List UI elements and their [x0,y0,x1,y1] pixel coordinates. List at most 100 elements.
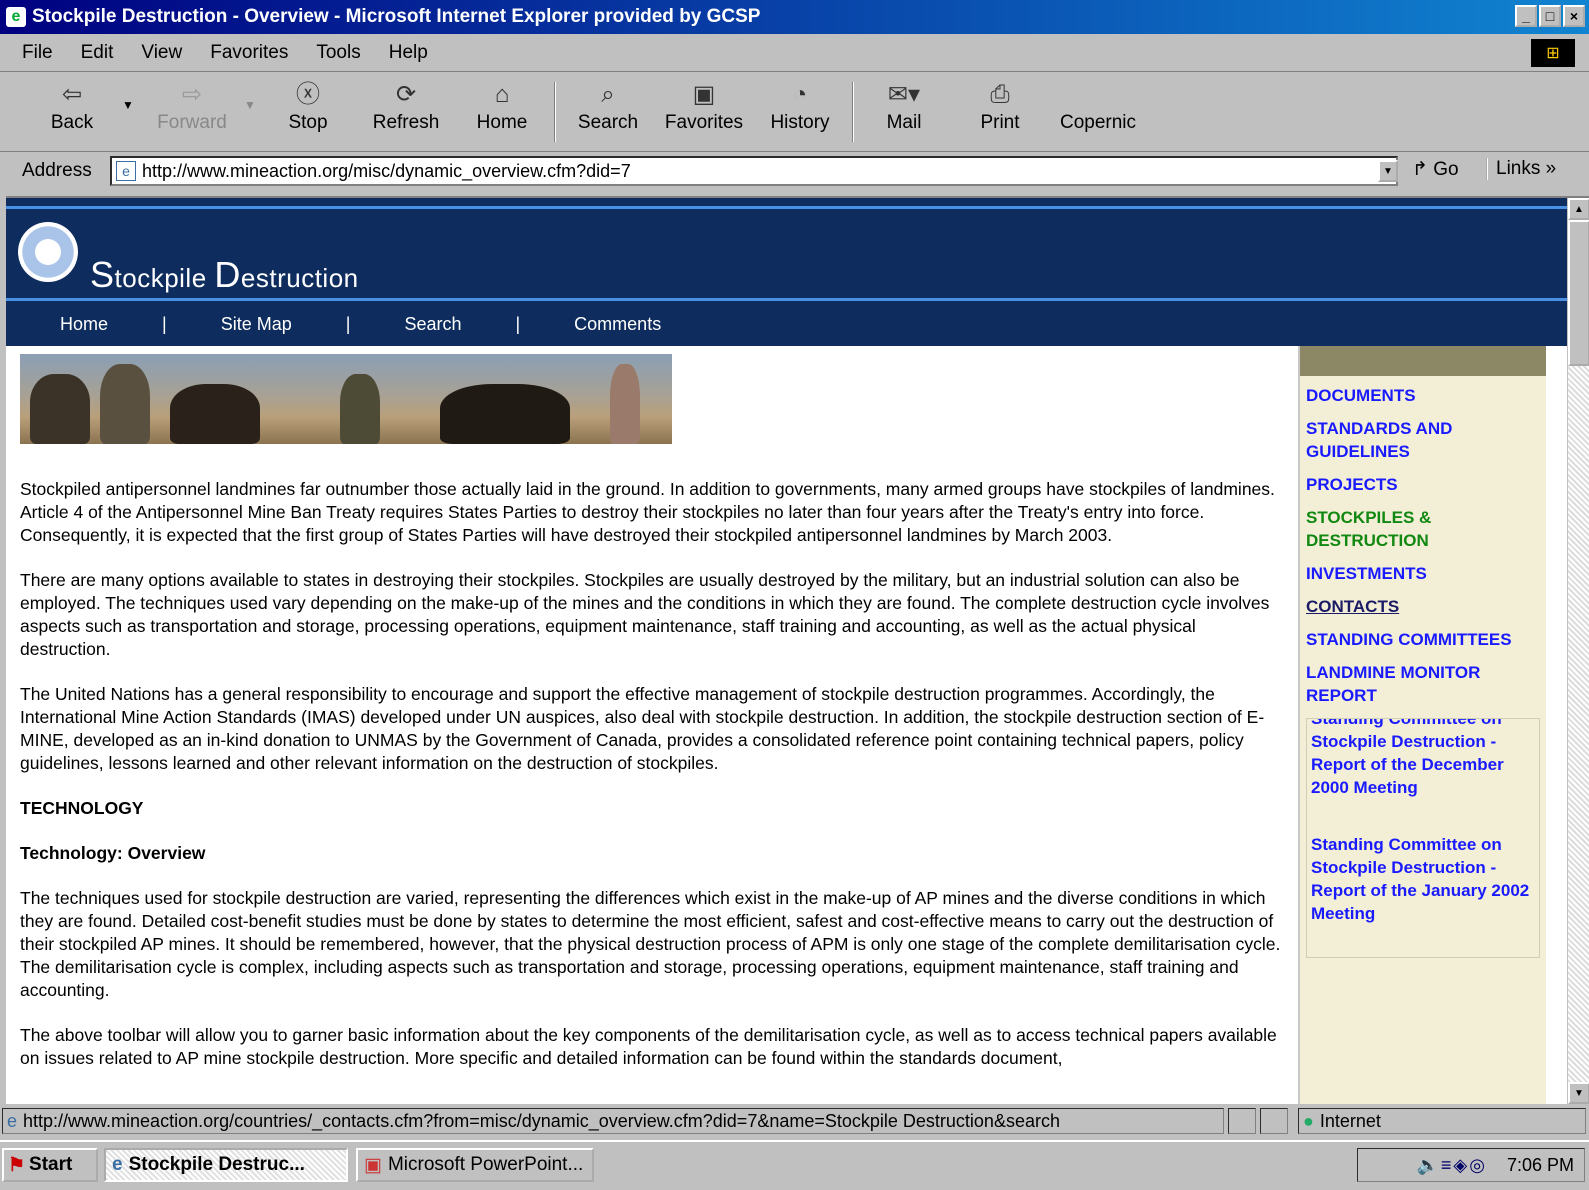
banner-figure [610,364,640,444]
taskbar-item-powerpoint[interactable]: ▣ Microsoft PowerPoint... [356,1148,594,1182]
site-title-cap-s: S [90,254,115,295]
links-label: Links [1496,158,1541,179]
sidebar-link-contacts[interactable]: CONTACTS [1306,595,1546,618]
sidebar-link-standing-committees[interactable]: STANDING COMMITTEES [1306,628,1546,651]
status-zone: Internet [1319,1110,1381,1131]
news-link-dec-2000[interactable]: Standing Committee on Stockpile Destruct… [1311,719,1535,799]
news-link-jan-2002[interactable]: Standing Committee on Stockpile Destruct… [1311,833,1535,925]
back-dropdown-icon[interactable]: ▼ [122,98,134,112]
nav-separator: | [162,313,167,334]
taskbar-item-label: Stockpile Destruc... [128,1154,305,1175]
mail-label: Mail [886,112,922,133]
mail-button[interactable]: ✉▾ Mail [872,78,936,134]
sidebar-link-landmine-monitor[interactable]: LANDMINE MONITOR REPORT [1306,661,1546,707]
status-bar: e http://www.mineaction.org/countries/_c… [0,1104,1589,1136]
go-label: Go [1433,159,1459,180]
banner-figure [340,374,380,444]
nav-search[interactable]: Search [404,314,461,335]
menu-file[interactable]: File [22,42,53,64]
favorites-button[interactable]: ▣ Favorites [658,78,750,134]
scroll-thumb[interactable] [1568,220,1589,366]
header-stripe [6,298,1567,301]
minimize-button[interactable]: _ [1515,5,1537,27]
menu-edit[interactable]: Edit [81,42,114,64]
un-emblem-icon [18,222,78,282]
taskbar-item-ie[interactable]: e Stockpile Destruc... [104,1148,348,1182]
close-button[interactable]: × [1563,5,1585,27]
search-icon: ⌕ [601,81,615,108]
sidebar-link-documents[interactable]: DOCUMENTS [1306,384,1546,407]
sidebar-link-standards[interactable]: STANDARDS AND GUIDELINES [1306,417,1546,463]
stop-button[interactable]: ⓧ Stop [278,78,338,134]
nav-site-map[interactable]: Site Map [221,314,292,335]
toolbar: ⇦ Back ▼ ⇨ Forward ▼ ⓧ Stop ⟳ Refresh ⌂ … [0,72,1589,152]
links-button[interactable]: Links » [1486,158,1556,180]
search-label: Search [577,112,639,133]
home-button[interactable]: ⌂ Home [470,78,534,134]
right-sidebar: DOCUMENTS STANDARDS AND GUIDELINES PROJE… [1298,346,1546,1104]
site-title: Stockpile Destruction [90,254,359,296]
banner-figure [440,384,570,444]
status-pane [1260,1108,1288,1134]
sidebar-link-stockpiles[interactable]: STOCKPILES & DESTRUCTION [1306,506,1546,552]
nav-separator: | [515,313,521,334]
header-stripe [6,206,1567,209]
forward-dropdown-icon[interactable]: ▼ [244,98,256,112]
address-label: Address [22,160,92,181]
intro-paragraph: Stockpiled antipersonnel landmines far o… [20,479,1275,545]
menu-tools[interactable]: Tools [316,42,360,64]
copernic-button[interactable]: Copernic [1052,78,1144,134]
go-button[interactable]: ↱ Go [1412,158,1459,181]
menu-view[interactable]: View [141,42,182,64]
address-dropdown-icon[interactable]: ▼ [1378,160,1398,182]
address-input[interactable]: e http://www.mineaction.org/misc/dynamic… [110,156,1398,186]
copernic-icon [1052,78,1144,112]
nav-comments[interactable]: Comments [574,314,661,335]
site-title-cap-d: D [214,254,241,295]
refresh-icon: ⟳ [395,81,417,108]
address-bar: Address e http://www.mineaction.org/misc… [0,152,1589,190]
back-button[interactable]: ⇦ Back [40,78,104,134]
toolbar-separator [852,82,854,142]
page-icon: e [7,1110,18,1131]
forward-button[interactable]: ⇨ Forward [150,78,234,134]
banner-photo [20,354,672,444]
menu-help[interactable]: Help [389,42,428,64]
start-button[interactable]: ⚑ Start [2,1148,98,1182]
home-icon: ⌂ [494,81,510,108]
window-controls: _ □ × [1515,5,1585,27]
mail-icon: ✉▾ [887,81,921,108]
sidebar-link-investments[interactable]: INVESTMENTS [1306,562,1546,585]
status-pane [1228,1108,1256,1134]
scroll-down-icon[interactable]: ▼ [1568,1082,1589,1104]
banner-figure [170,384,260,444]
ie-icon: e [6,7,26,27]
technology-heading: TECHNOLOGY [20,798,144,818]
vertical-scrollbar[interactable]: ▲ ▼ [1567,198,1589,1104]
print-button[interactable]: ⎙ Print [968,78,1032,134]
nav-home[interactable]: Home [60,314,108,335]
taskbar-item-label: Microsoft PowerPoint... [387,1154,584,1175]
globe-icon: ● [1303,1110,1314,1131]
tray-icons[interactable]: 🔈≡◈◎ [1416,1155,1486,1176]
site-header: Stockpile Destruction Home | Site Map | … [6,198,1567,346]
techniques-paragraph: The techniques used for stockpile destru… [20,888,1281,1000]
technology-overview-heading: Technology: Overview [20,843,206,863]
status-url-field: e http://www.mineaction.org/countries/_c… [2,1108,1224,1134]
copernic-label: Copernic [1059,112,1137,133]
search-button[interactable]: ⌕ Search [572,78,644,134]
history-button[interactable]: ◔ History [764,78,836,134]
taskbar: ⚑ Start e Stockpile Destruc... ▣ Microso… [0,1140,1589,1190]
refresh-button[interactable]: ⟳ Refresh [364,78,448,134]
window-title: Stockpile Destruction - Overview - Micro… [32,6,761,27]
menu-favorites[interactable]: Favorites [210,42,288,64]
scroll-up-icon[interactable]: ▲ [1568,198,1589,220]
clock: 7:06 PM [1506,1154,1574,1175]
title-bar: e Stockpile Destruction - Overview - Mic… [0,0,1589,34]
sidebar-link-projects[interactable]: PROJECTS [1306,473,1546,496]
site-nav: Home | Site Map | Search | Comments [6,304,1567,344]
maximize-button[interactable]: □ [1539,5,1561,27]
site-title-part1: tockpile [114,263,215,293]
ie-icon: e [112,1154,123,1175]
windows-logo-icon: ⊞ [1531,39,1575,67]
